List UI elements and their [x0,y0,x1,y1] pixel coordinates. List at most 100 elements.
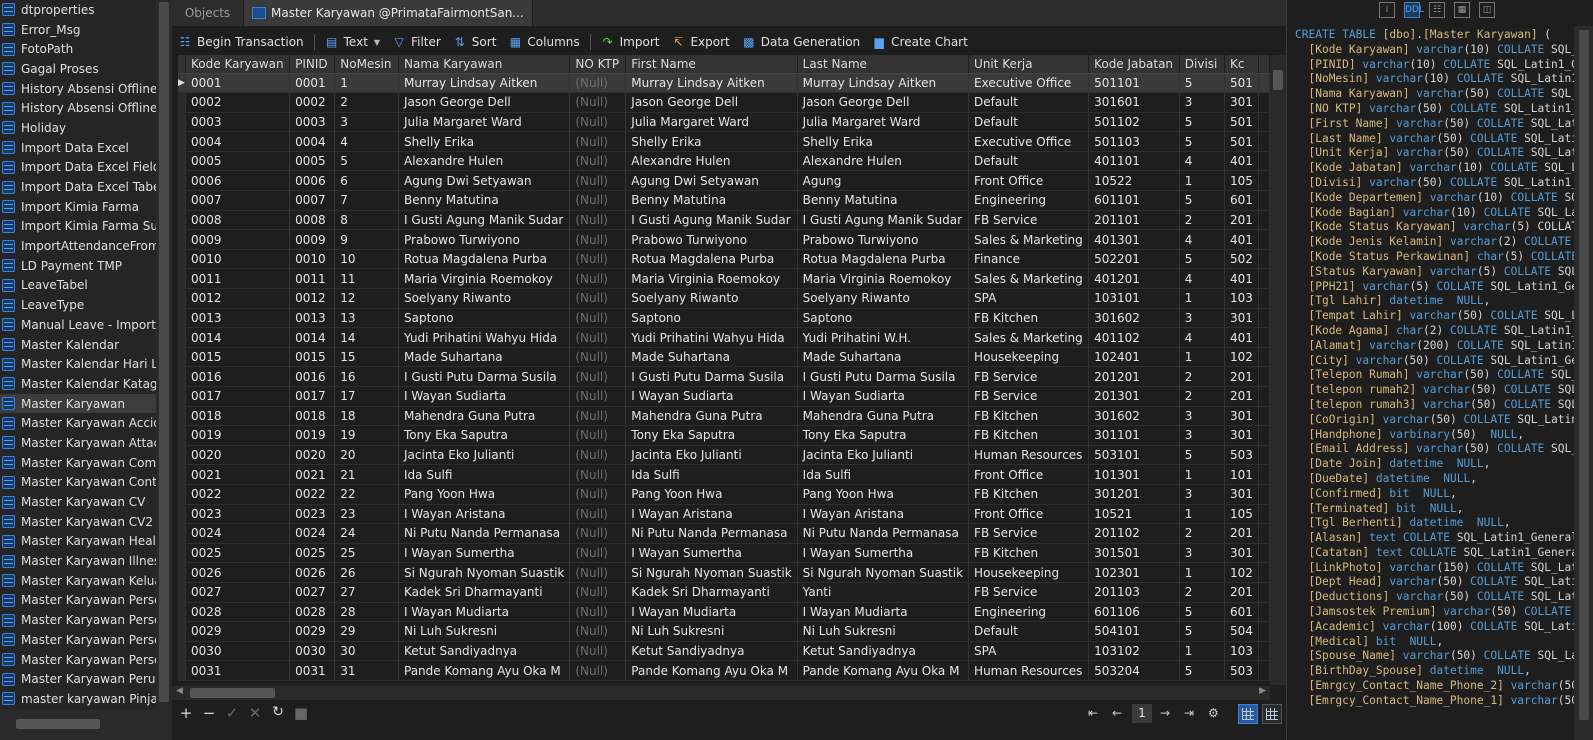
table-cell[interactable]: 0009 [289,229,336,250]
refresh-icon[interactable]: ↻ [269,704,287,720]
table-cell[interactable]: 0010 [289,249,336,270]
table-cell[interactable]: I Wayan Sumertha [625,543,798,564]
table-cell[interactable]: 3 [1179,406,1226,427]
table-cell[interactable]: I Wayan Mudiarta [625,602,798,623]
table-cell[interactable]: Pang Yoon Hwa [625,484,798,505]
object-list-item[interactable]: Import Data Excel Field [0,158,156,178]
table-cell[interactable]: 102301 [1088,562,1180,583]
table-cell[interactable]: Murray Lindsay Aitken [625,73,798,94]
table-cell[interactable]: Kadek Sri Dharmayanti [398,582,571,603]
begin-transaction-button[interactable]: ☷ Begin Transaction [172,31,310,53]
table-cell[interactable]: 301 [1224,308,1259,329]
table-cell[interactable]: 0005 [289,151,336,172]
table-cell[interactable]: 301 [1224,484,1259,505]
table-cell[interactable]: Prabowo Turwiyono [398,229,571,250]
object-list-item[interactable]: Master Kalendar Hari Libu [0,354,156,374]
table-row[interactable]: 0003 0003 3 Julia Margaret Ward (Null) Julia … [178,112,1270,133]
table-cell[interactable]: 19 [334,425,399,446]
table-cell[interactable]: 0024 [185,523,291,544]
table-cell[interactable]: 1 [1179,464,1226,485]
row-indicator[interactable] [178,386,187,407]
table-cell[interactable]: Saptono [625,308,798,329]
table-cell[interactable]: I Gusti Putu Darma Susila [625,366,798,387]
table-cell[interactable]: FB Kitchen [968,484,1090,505]
table-cell[interactable]: 0008 [185,210,291,231]
table-cell[interactable]: 0013 [185,308,291,329]
table-cell[interactable]: Tony Eka Saputra [797,425,970,446]
table-row[interactable]: 0024 0024 24 Ni Putu Nanda Permanasa (Null) N… [178,523,1270,544]
table-cell[interactable]: 6 [334,170,399,192]
table-cell[interactable]: 301 [1224,406,1259,427]
row-indicator[interactable] [178,445,187,466]
table-cell[interactable]: 5 [1179,73,1226,94]
table-cell[interactable]: 1 [1179,562,1226,583]
table-row[interactable]: 0028 0028 28 I Wayan Mudiarta (Null) I Wayan … [178,602,1270,623]
table-cell[interactable]: 7 [334,190,399,211]
table-cell[interactable]: I Gusti Putu Darma Susila [797,366,970,387]
object-list-item[interactable]: LD Payment TMP [0,256,156,276]
table-cell[interactable]: 0031 [185,660,291,681]
table-cell[interactable]: Ni Luh Sukresni [398,621,571,642]
table-cell[interactable]: 0017 [185,386,291,407]
object-list-item[interactable]: Master Karyawan CV2 [0,512,156,532]
row-indicator[interactable] [178,504,187,525]
object-list-item[interactable]: Error_Msg [0,20,156,40]
object-list-item[interactable]: Master Kalendar Katagori [0,374,156,394]
grid-vertical-scrollbar[interactable] [1270,55,1286,685]
table-cell[interactable]: Ni Luh Sukresni [625,621,798,642]
table-row[interactable]: 0013 0013 13 Saptono (Null) Saptono Saptono FB … [178,308,1270,329]
object-list-item[interactable]: Import Data Excel [0,138,156,158]
table-cell[interactable]: 2 [1179,523,1226,544]
column-header[interactable]: Kode Jabatan [1088,55,1180,74]
table-cell[interactable]: FB Service [968,366,1090,387]
row-indicator[interactable] [178,602,187,623]
table-row[interactable]: 0025 0025 25 I Wayan Sumertha (Null) I Wayan … [178,543,1270,564]
table-cell[interactable]: 0001 [185,73,291,94]
table-cell[interactable]: Executive Office [968,131,1090,152]
table-cell[interactable]: I Wayan Sudiarta [625,386,798,407]
table-cell[interactable]: (Null) [569,582,627,603]
table-cell[interactable]: 2 [1179,386,1226,407]
table-cell[interactable]: Ni Putu Nanda Permanasa [625,523,798,544]
table-cell[interactable]: Pande Komang Ayu Oka M [797,660,970,681]
table-cell[interactable]: 3 [1179,543,1226,564]
row-indicator[interactable] [178,406,187,427]
table-cell[interactable]: 201103 [1088,582,1180,603]
object-list-item[interactable]: Master Karyawan Keluarga [0,571,156,591]
table-cell[interactable]: 201102 [1088,523,1180,544]
table-cell[interactable]: Benny Matutina [398,190,571,211]
next-page-icon[interactable]: → [1160,706,1170,720]
table-cell[interactable]: 28 [334,602,399,623]
page-number-field[interactable]: 1 [1132,704,1152,723]
table-cell[interactable]: Si Ngurah Nyoman Suastik [398,562,571,583]
table-cell[interactable]: (Null) [569,92,627,113]
table-cell[interactable]: 501103 [1088,131,1180,152]
row-indicator[interactable] [178,308,187,329]
table-cell[interactable]: (Null) [569,660,627,681]
table-row[interactable]: 0026 0026 26 Si Ngurah Nyoman Suastik (Null)… [178,562,1270,583]
table-cell[interactable]: Sales & Marketing [968,327,1090,348]
table-cell[interactable]: Made Suhartana [625,347,798,368]
table-cell[interactable]: 501102 [1088,112,1180,133]
table-cell[interactable]: Front Office [968,504,1090,525]
table-cell[interactable]: I Gusti Putu Darma Susila [398,366,571,387]
table-cell[interactable]: Front Office [968,170,1090,192]
table-cell[interactable]: Pang Yoon Hwa [797,484,970,505]
row-indicator[interactable] [178,543,187,564]
table-cell[interactable]: 503 [1224,660,1259,681]
object-list-item[interactable]: ImportAttendanceFromXL [0,236,156,256]
table-cell[interactable]: 21 [334,464,399,485]
table-cell[interactable]: 1 [1179,641,1226,662]
create-chart-button[interactable]: ▆ Create Chart [866,31,974,53]
table-cell[interactable]: 1 [1179,347,1226,368]
table-cell[interactable]: 501 [1224,73,1259,94]
table-cell[interactable]: 0011 [185,268,291,290]
table-cell[interactable]: 103 [1224,641,1259,662]
table-cell[interactable]: 0002 [289,92,336,113]
tab-objects[interactable]: Objects [172,0,244,26]
table-cell[interactable]: (Null) [569,249,627,270]
table-cell[interactable]: 0022 [289,484,336,505]
table-cell[interactable]: (Null) [569,523,627,544]
table-cell[interactable]: 201201 [1088,366,1180,387]
table-cell[interactable]: 401301 [1088,229,1180,250]
